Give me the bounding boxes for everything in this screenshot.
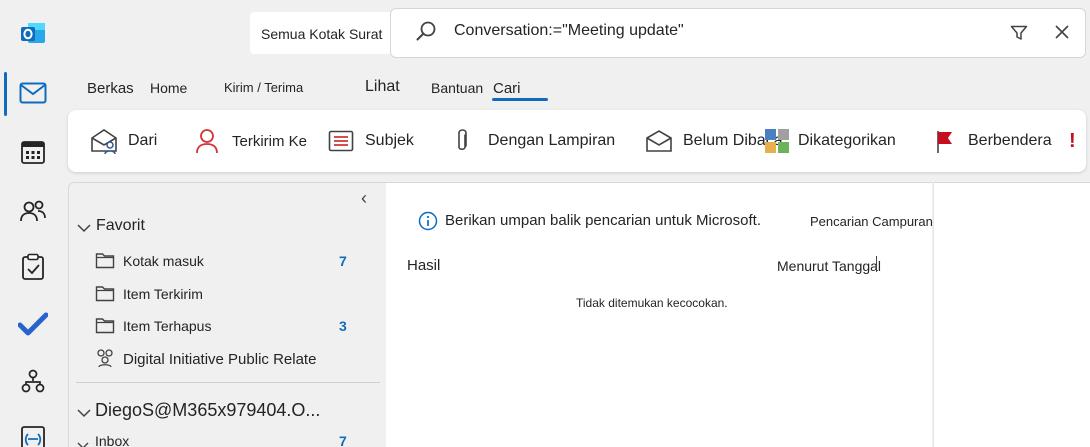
flagged-button[interactable]: Berbendera: [934, 124, 1052, 158]
search-ribbon: Dari Terkirim Ke Subjek Dengan Lampiran …: [68, 110, 1086, 172]
open-envelope-icon: [646, 130, 672, 152]
org-explorer-icon[interactable]: [16, 364, 50, 398]
subject-label: Subjek: [365, 132, 414, 149]
deleted-unread-count: 3: [339, 318, 347, 334]
info-icon: [418, 211, 438, 236]
tasks-icon[interactable]: [16, 250, 50, 284]
unread-button[interactable]: Belum Dibaca: [645, 124, 783, 158]
paperclip-icon: [458, 129, 467, 151]
filter-icon[interactable]: [1010, 25, 1028, 46]
tab-bantuan[interactable]: Bantuan: [431, 80, 483, 96]
tab-kirim-terima[interactable]: Kirim / Terima: [224, 80, 303, 95]
with-attachment-button[interactable]: Dengan Lampiran: [454, 124, 615, 158]
with-attachment-label: Dengan Lampiran: [488, 132, 616, 149]
categorized-label: Dikategorikan: [798, 132, 896, 149]
tab-berkas[interactable]: Berkas: [87, 80, 134, 97]
sort-arrow-icon: [876, 256, 877, 272]
search-input[interactable]: Conversation:="Meeting update": [454, 22, 684, 40]
reading-pane: [933, 182, 1090, 447]
chevron-down-icon[interactable]: [77, 405, 91, 423]
from-label: Dari: [128, 132, 158, 149]
folder-deleted-items[interactable]: Item Terhapus: [123, 318, 211, 334]
calendar-icon[interactable]: [16, 135, 50, 169]
flagged-label: Berbendera: [968, 132, 1052, 149]
search-icon: [415, 20, 437, 47]
chevron-down-icon[interactable]: [77, 220, 91, 238]
folder-icon: [95, 316, 115, 339]
tab-cari[interactable]: Cari: [493, 80, 521, 97]
folder-icon: [95, 284, 115, 307]
from-envelope-icon: [91, 129, 117, 155]
folder-sent-items[interactable]: Item Terkirim: [123, 286, 203, 302]
close-icon[interactable]: [1055, 25, 1069, 44]
folder-icon: [95, 251, 115, 274]
inbox-unread-count: 7: [339, 253, 347, 269]
results-label: Hasil: [407, 257, 441, 274]
person-icon: [196, 129, 218, 154]
empty-results-text: Tidak ditemukan kecocokan.: [576, 296, 728, 310]
search-scope-dropdown[interactable]: Semua Kotak Surat: [250, 12, 390, 54]
sent-to-label: Terkirim Ke: [232, 132, 308, 150]
categories-icon: [765, 129, 789, 153]
mail-icon[interactable]: [16, 76, 50, 110]
outlook-logo-icon: [16, 16, 50, 50]
collapse-pane-button[interactable]: ‹: [361, 188, 367, 209]
categorized-button[interactable]: Dikategorikan: [764, 124, 896, 158]
group-icon: [95, 348, 115, 373]
from-button[interactable]: Dari: [90, 124, 157, 158]
app-bar: [0, 0, 68, 447]
search-feedback-link[interactable]: Berikan umpan balik pencarian untuk Micr…: [445, 212, 761, 229]
flag-icon: [937, 131, 952, 153]
sent-to-button[interactable]: Terkirim Ke: [194, 124, 307, 158]
account-header[interactable]: DiegoS@M365x979404.O...: [95, 400, 320, 421]
active-tab-underline: [492, 98, 548, 101]
chevron-down-icon[interactable]: [77, 437, 89, 447]
folder-group[interactable]: Digital Initiative Public Relate: [123, 351, 316, 368]
subject-icon: [328, 130, 354, 152]
calendar-app-icon[interactable]: [16, 420, 50, 447]
folder-inbox[interactable]: Kotak masuk: [123, 253, 204, 269]
active-indicator: [4, 72, 7, 116]
tab-home[interactable]: Home: [150, 80, 187, 96]
important-button[interactable]: !: [1069, 124, 1076, 158]
folder-inbox-account[interactable]: Inbox: [95, 433, 129, 447]
subject-button[interactable]: Subjek: [328, 124, 414, 158]
folder-divider: [76, 382, 380, 383]
people-icon[interactable]: [16, 194, 50, 228]
favorites-header[interactable]: Favorit: [96, 217, 145, 235]
sort-by-date-button[interactable]: Menurut Tanggal: [777, 258, 881, 274]
todo-icon[interactable]: [16, 307, 50, 341]
account-inbox-count: 7: [339, 433, 347, 447]
mixed-search-label[interactable]: Pencarian Campuran: [810, 214, 933, 229]
tab-lihat[interactable]: Lihat: [365, 78, 400, 96]
